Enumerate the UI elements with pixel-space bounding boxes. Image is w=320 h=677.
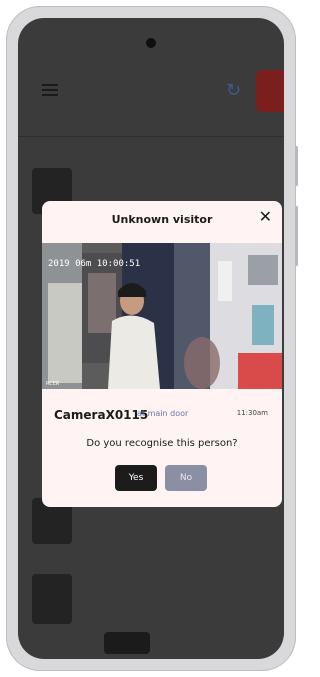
camera-watermark: RCER: [46, 381, 60, 387]
front-camera-dot: [146, 38, 156, 48]
menu-icon[interactable]: [42, 84, 58, 96]
close-icon[interactable]: ✕: [259, 209, 272, 225]
phone-volume-button: [295, 206, 298, 266]
camera-snapshot: 2019 06m 10:00:51 RCER: [42, 243, 282, 389]
phone-frame: ↻ Unknown visitor ✕ 2019 06m 10:00:51 RC…: [6, 6, 298, 671]
phone-screen: ↻ Unknown visitor ✕ 2019 06m 10:00:51 RC…: [18, 18, 284, 659]
event-time: 11:30am: [236, 409, 268, 417]
recognition-question: Do you recognise this person?: [86, 438, 238, 449]
no-button[interactable]: No: [165, 465, 207, 491]
alert-button[interactable]: [256, 70, 284, 112]
header-divider: [18, 136, 284, 137]
dialog-title: Unknown visitor: [111, 213, 213, 226]
sync-icon[interactable]: ↻: [226, 80, 241, 101]
camera-snapshot-image: 2019 06m 10:00:51 RCER: [42, 243, 282, 389]
phone-side-button: [295, 146, 298, 186]
yes-button[interactable]: Yes: [115, 465, 157, 491]
background-button: [104, 632, 150, 654]
camera-name: CameraX0115: [54, 408, 149, 422]
camera-location: at main door: [137, 409, 189, 418]
camera-timestamp-overlay: 2019 06m 10:00:51: [48, 259, 140, 269]
background-thumbnail: [32, 574, 72, 624]
unknown-visitor-dialog: Unknown visitor ✕ 2019 06m 10:00:51 RCER…: [42, 201, 282, 507]
